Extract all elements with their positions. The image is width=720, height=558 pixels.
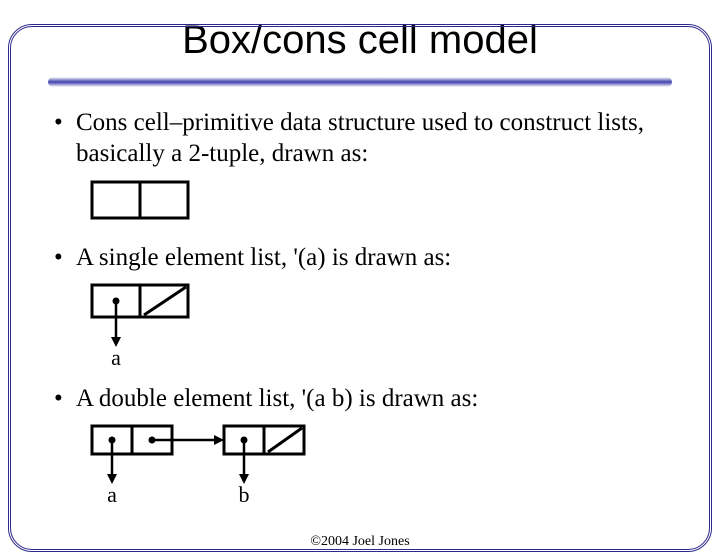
double-list-icon: a b	[90, 424, 390, 510]
label-a2: a	[107, 482, 117, 507]
label-b: b	[239, 482, 250, 507]
slide-content: Cons cell–primitive data structure used …	[50, 107, 670, 510]
bullet-2: A single element list, '(a) is drawn as:	[50, 242, 670, 273]
cons-cell-icon	[90, 180, 210, 222]
diagram-empty-cons	[90, 180, 670, 228]
single-list-icon: a	[90, 283, 250, 369]
diagram-double-list: a b	[90, 424, 670, 510]
diagram-single-list: a	[90, 283, 670, 369]
bullet-1: Cons cell–primitive data structure used …	[50, 107, 670, 170]
label-a: a	[111, 345, 121, 369]
slide-footer: ©2004 Joel Jones	[0, 534, 720, 550]
bullet-3: A double element list, '(a b) is drawn a…	[50, 383, 670, 414]
